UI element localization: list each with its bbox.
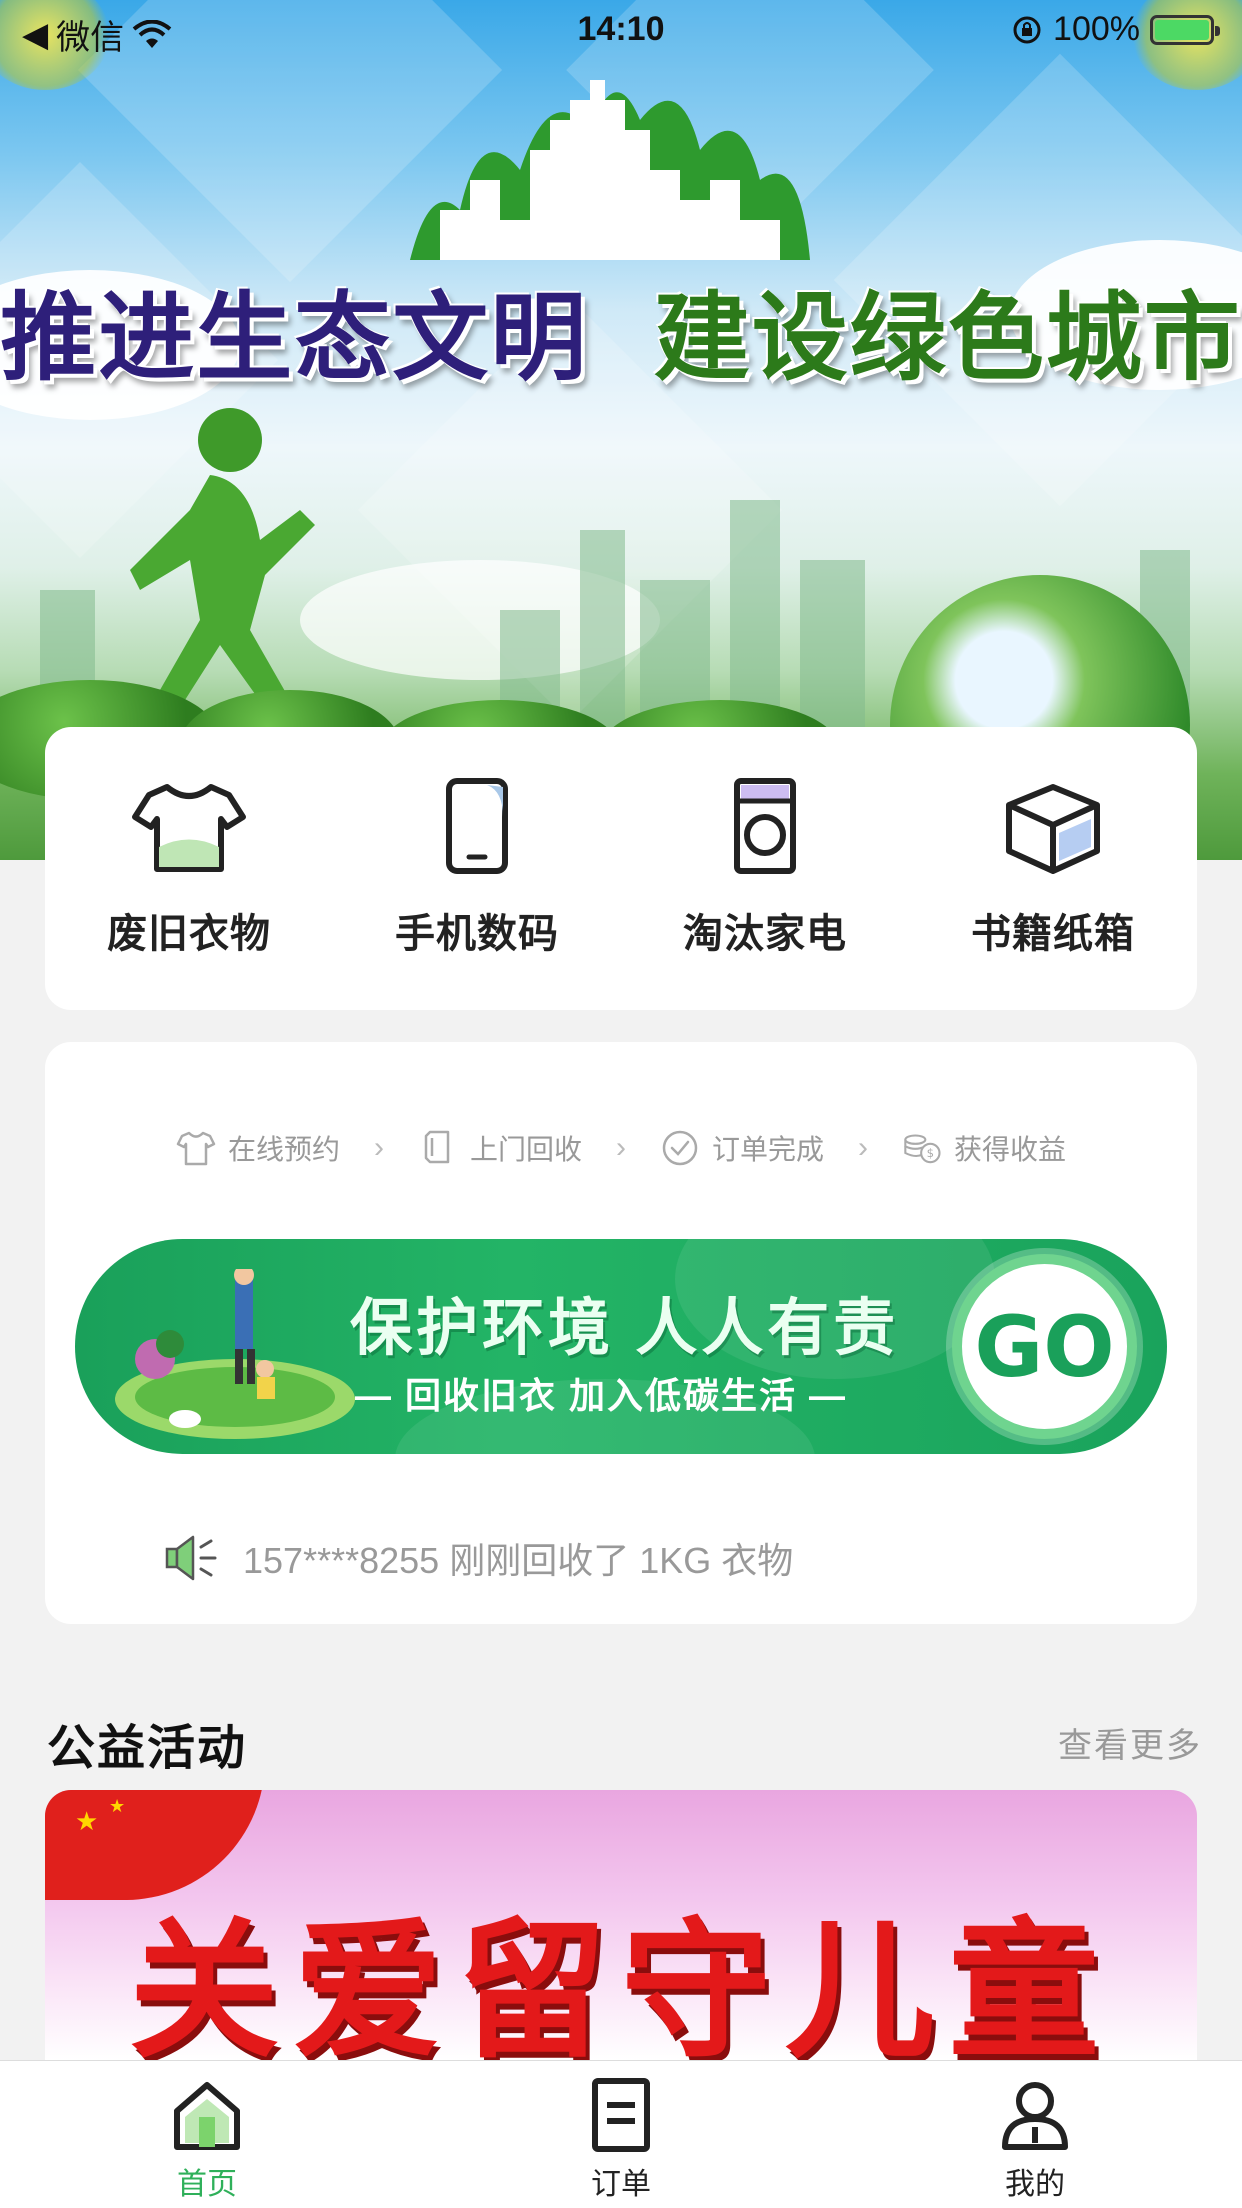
- clothes-tag-icon: [424, 1130, 450, 1164]
- tab-label: 首页: [177, 2168, 237, 2201]
- category-label: 淘汰家电: [683, 912, 847, 956]
- phone-icon: [446, 778, 508, 874]
- battery-icon: [1150, 14, 1220, 45]
- rotation-lock-icon: [1013, 16, 1041, 43]
- washing-machine-icon: [734, 778, 796, 874]
- section-title: 公益活动: [47, 1722, 248, 1775]
- category-label: 手机数码: [395, 912, 559, 956]
- step-earn-income: $ 获得收益: [902, 1128, 1066, 1168]
- recycle-notice: 157****8255 刚刚回收了 1KG 衣物: [163, 1532, 793, 1584]
- hero-building: [730, 500, 780, 730]
- hero-building: [800, 560, 865, 730]
- chevron-right-icon: ›: [616, 1131, 626, 1164]
- tab-bar: 首页 订单 我的: [0, 2060, 1242, 2208]
- recycle-clothes-banner[interactable]: 保护环境 人人有责 — 回收旧衣 加入低碳生活 — GO: [75, 1239, 1167, 1454]
- category-phone[interactable]: 手机数码: [333, 727, 621, 1010]
- coins-icon: $: [904, 1134, 941, 1164]
- check-circle-icon: [662, 1130, 698, 1166]
- view-more-link[interactable]: 查看更多: [1058, 1718, 1202, 1767]
- tab-mine[interactable]: 我的: [885, 2061, 1185, 2208]
- category-appliances[interactable]: 淘汰家电: [621, 727, 909, 1010]
- star-icon: ★: [75, 1806, 99, 1836]
- step-door-pickup: 上门回收: [418, 1128, 582, 1168]
- home-icon: [174, 2082, 240, 2150]
- hero-building: [580, 530, 625, 730]
- gardening-people-illustration: [115, 1269, 355, 1439]
- speaker-icon: [165, 1535, 217, 1581]
- step-label: 上门回收: [469, 1134, 582, 1165]
- recycle-flow-card: 在线预约 › 上门回收 › 订单完成 › $ 获得收益 保护环境 人人有责 — …: [45, 1042, 1197, 1624]
- tab-label: 订单: [591, 2168, 651, 2201]
- hero-title-left: 推进生态文明: [0, 281, 589, 394]
- chevron-right-icon: ›: [373, 1131, 384, 1164]
- status-bar: ◀ 微信 14:10 100%: [0, 0, 1242, 62]
- category-label: 书籍纸箱: [971, 912, 1135, 956]
- step-label: 获得收益: [954, 1134, 1067, 1165]
- go-button[interactable]: GO: [952, 1254, 1137, 1439]
- document-icon: [592, 2078, 650, 2152]
- activity-banner[interactable]: ★ ★ 关爱留守儿童: [45, 1790, 1197, 2060]
- chevron-right-icon: ›: [858, 1131, 869, 1164]
- tshirt-outline-icon: [176, 1131, 216, 1166]
- activity-title: 关爱留守儿童: [128, 1905, 1113, 2060]
- tab-label: 我的: [1005, 2168, 1065, 2201]
- banner-headline: 保护环境 人人有责: [350, 1294, 900, 1363]
- user-icon: [1002, 2082, 1068, 2150]
- step-order-complete: 订单完成: [660, 1128, 824, 1168]
- green-city-skyline-icon: [410, 80, 810, 260]
- category-books-boxes[interactable]: 书籍纸箱: [909, 727, 1197, 1010]
- tab-orders[interactable]: 订单: [471, 2061, 771, 2208]
- status-right: 100%: [1011, 10, 1220, 49]
- tab-home[interactable]: 首页: [57, 2061, 357, 2208]
- box-icon: [1006, 784, 1100, 874]
- star-icon: ★: [109, 1796, 126, 1816]
- hero-title: 推进生态文明 建设绿色城市: [0, 260, 1242, 399]
- go-button-label: GO: [974, 1297, 1115, 1396]
- category-card: 废旧衣物 手机数码 淘汰家电 书籍纸箱: [45, 727, 1197, 1010]
- step-online-booking: 在线预约: [176, 1128, 340, 1168]
- banner-subline: — 回收旧衣 加入低碳生活 —: [355, 1375, 848, 1416]
- step-label: 在线预约: [227, 1134, 340, 1165]
- tshirt-icon: [132, 784, 246, 872]
- notice-text: 157****8255 刚刚回收了 1KG 衣物: [243, 1540, 794, 1581]
- battery-percent: 100%: [1053, 10, 1140, 48]
- leafy-runner-figure: [130, 408, 315, 715]
- hero-title-right: 建设绿色城市: [653, 281, 1242, 394]
- svg-text:$: $: [927, 1146, 934, 1160]
- step-label: 订单完成: [712, 1134, 825, 1165]
- category-label: 废旧衣物: [107, 912, 271, 956]
- process-steps: 在线预约 › 上门回收 › 订单完成 › $ 获得收益: [45, 1128, 1197, 1168]
- category-clothes[interactable]: 废旧衣物: [45, 727, 333, 1010]
